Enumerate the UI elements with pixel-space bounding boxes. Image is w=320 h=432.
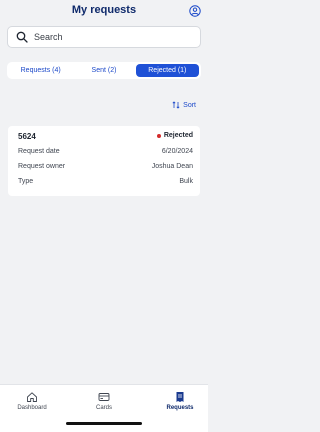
nav-dashboard-label: Dashboard bbox=[17, 405, 47, 411]
request-date-label: Request date bbox=[18, 148, 60, 155]
request-id: 5624 bbox=[18, 132, 36, 141]
request-card[interactable]: 5624 Rejected Request date 6/20/2024 Req… bbox=[8, 126, 200, 196]
sort-button[interactable]: Sort bbox=[172, 100, 196, 110]
profile-button[interactable] bbox=[189, 4, 201, 17]
requests-doc-icon bbox=[176, 392, 184, 402]
home-indicator bbox=[66, 422, 142, 425]
card-icon bbox=[98, 393, 110, 401]
header: My requests bbox=[0, 0, 208, 22]
tab-sent[interactable]: Sent (2) bbox=[72, 64, 135, 77]
search-bar[interactable] bbox=[7, 26, 201, 48]
nav-requests-label: Requests bbox=[166, 405, 194, 411]
nav-cards-label: Cards bbox=[95, 405, 112, 411]
nav-dashboard[interactable]: Dashboard bbox=[12, 391, 52, 411]
sort-arrows-icon bbox=[172, 101, 180, 109]
nav-requests[interactable]: Requests bbox=[160, 391, 200, 411]
request-owner-label: Request owner bbox=[18, 163, 66, 170]
search-icon bbox=[16, 31, 28, 43]
status-dot-icon bbox=[156, 133, 161, 138]
request-owner-value: Joshua Dean bbox=[151, 163, 193, 170]
search-input[interactable] bbox=[34, 30, 194, 44]
home-icon bbox=[27, 392, 37, 402]
page-title: My requests bbox=[71, 4, 137, 16]
tab-rejected[interactable]: Rejected (1) bbox=[135, 64, 199, 77]
user-circle-icon bbox=[189, 5, 201, 17]
sort-label: Sort bbox=[183, 101, 196, 109]
nav-cards[interactable]: Cards bbox=[84, 391, 124, 411]
status-label: Rejected bbox=[163, 132, 193, 139]
request-tabs: Requests (4) Sent (2) Rejected (1) bbox=[7, 62, 201, 79]
request-date-value: 6/20/2024 bbox=[161, 148, 193, 155]
type-label: Type bbox=[18, 178, 34, 185]
tab-requests[interactable]: Requests (4) bbox=[9, 64, 72, 77]
status-badge: Rejected bbox=[156, 132, 193, 139]
type-value: Bulk bbox=[179, 178, 193, 185]
